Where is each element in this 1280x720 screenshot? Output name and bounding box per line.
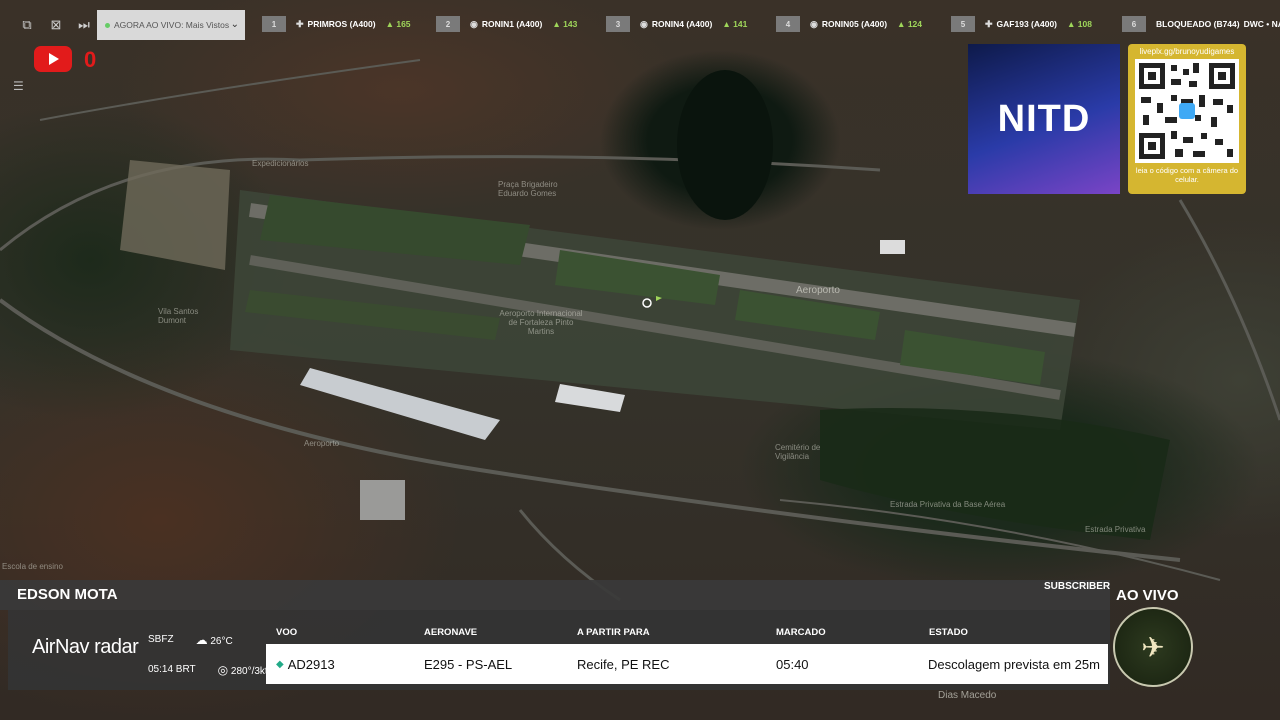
ranking-number: 2 [436, 16, 460, 32]
map-label: Praça Brigadeiro Eduardo Gomes [498, 180, 558, 198]
destination: Recife, PE REC [577, 656, 670, 672]
top-bar: ⧉ ⊠ ⏭ AGORA AO VIVO: Mais Vistos ⌄ 1 ✚ P… [0, 10, 1280, 40]
ranking-item[interactable]: 6 BLOQUEADO (B744) DWC • NA [1122, 16, 1280, 32]
qr-card: liveplx.gg/brunoyudigames leia o código … [1128, 44, 1246, 194]
sponsor-logo: NITD [968, 44, 1120, 194]
map-label: Vila Santos Dumont [158, 307, 199, 325]
ranking-callsign: BLOQUEADO (B744) [1156, 19, 1240, 29]
flight-status: Descolagem prevista em 25m [928, 656, 1100, 672]
map-label: Aeroporto Internacional de Fortaleza Pin… [499, 309, 583, 336]
qr-code [1135, 59, 1239, 163]
ranking-callsign: PRIMROS (A400) [307, 19, 376, 29]
local-time: 05:14 BRT [148, 664, 196, 675]
ranking-item[interactable]: 5 ✚ GAF193 (A400) ▲ 108 [951, 16, 1092, 32]
ranking-item[interactable]: 1 ✚ PRIMROS (A400) ▲ 165 [262, 16, 411, 32]
map-label: Aeroporto [304, 439, 340, 448]
scheduled-time: 05:40 [776, 656, 809, 672]
column-header: ESTADO [929, 626, 968, 638]
ranking-callsign: GAF193 (A400) [996, 19, 1058, 29]
airport-code: SBFZ [148, 634, 174, 645]
ranking-item[interactable]: 3 ◉ RONIN4 (A400) ▲ 141 [606, 16, 747, 32]
pin-icon: ◆ [276, 658, 284, 670]
map-stage: Expedicionários Praça Brigadeiro Eduardo… [0, 0, 1280, 720]
ranking-callsign: RONIN05 (A400) [821, 19, 888, 29]
ranking-overflow: DWC • NA [1243, 19, 1280, 29]
qr-code-pattern [1139, 63, 1235, 159]
ranking-item[interactable]: 2 ◉ RONIN1 (A400) ▲ 143 [436, 16, 577, 32]
live-label: AO VIVO [1116, 587, 1179, 604]
presenter-name: EDSON MOTA [17, 586, 118, 603]
map-label: Expedicionários [252, 159, 309, 168]
flight-info-panel: AirNav radar SBFZ ☁ 26°C 05:14 BRT ◎ 280… [8, 610, 1110, 690]
flight-number: ◆ AD2913 [276, 656, 335, 672]
live-now-dropdown[interactable]: AGORA AO VIVO: Mais Vistos ⌄ [97, 10, 245, 40]
chevron-down-icon: ⌄ [230, 19, 239, 30]
brand-text: AirNav radar [32, 636, 139, 658]
ranking-item[interactable]: 4 ◉ RONIN05 (A400) ▲ 124 [776, 16, 922, 32]
operator-icon: ◉ [810, 18, 818, 29]
viewers-count: ▲ 141 [722, 19, 748, 29]
ranking-callsign: RONIN4 (A400) [651, 19, 713, 29]
cloud-icon: ☁ [195, 633, 208, 647]
map-label: Estrada Privativa [1085, 525, 1146, 534]
map-label: Cemitério de Vigilância [775, 443, 821, 461]
ranking-number: 5 [951, 16, 975, 32]
viewers-count: ▲ 165 [385, 19, 411, 29]
qr-caption: leia o código com a câmera do celular. [1135, 166, 1239, 184]
brand-logo: AirNav radar [32, 636, 139, 659]
column-header: MARCADO [776, 626, 826, 638]
list-icon[interactable]: ☰ [13, 79, 24, 93]
sponsor-logo-text: NITD [997, 97, 1091, 140]
skip-forward-icon[interactable]: ⏭ [70, 11, 98, 39]
aircraft-icon: ✚ [985, 18, 993, 29]
presenter-strip: EDSON MOTA SUBSCRIBER [0, 580, 1110, 610]
map-label: Dias Macedo [938, 690, 997, 701]
ranking-number: 3 [606, 16, 630, 32]
viewers-count: ▲ 108 [1067, 19, 1092, 29]
map-label: Aeroporto [796, 285, 840, 296]
column-header: A PARTIR PARA [577, 626, 650, 638]
ranking-callsign: RONIN1 (A400) [481, 19, 543, 29]
aircraft-type: E295 - PS-AEL [424, 656, 513, 672]
live-dot-icon [105, 22, 110, 28]
viewers-count: ▲ 143 [552, 19, 578, 29]
column-header: VOO [276, 626, 298, 638]
channel-badge: ✈ [1113, 607, 1193, 687]
layout-icon[interactable]: ⧉ [13, 11, 41, 39]
ranking-number: 6 [1122, 16, 1146, 32]
temperature: 26°C [210, 636, 233, 647]
aircraft-icon: ✚ [296, 18, 304, 29]
youtube-icon[interactable] [34, 46, 72, 72]
map-label: Estrada Privativa da Base Aérea [890, 500, 1006, 509]
qr-url: liveplx.gg/brunoyudigames [1139, 47, 1235, 56]
subscriber-label: SUBSCRIBER [1044, 581, 1111, 592]
viewers-count: ▲ 124 [897, 19, 923, 29]
wind-icon: ◎ [217, 663, 229, 677]
ranking-number: 4 [776, 16, 800, 32]
airplane-icon: ✈ [1141, 631, 1165, 663]
operator-icon: ◉ [640, 18, 648, 29]
weather-block: SBFZ ☁ 26°C 05:14 BRT ◎ 280°/3kts [148, 626, 273, 686]
operator-icon: ◉ [470, 18, 478, 29]
flight-table-header: VOO AERONAVE A PARTIR PARA MARCADO ESTAD… [276, 620, 1110, 644]
map-label: Escola de ensino [2, 562, 63, 571]
youtube-count: 0 [84, 47, 97, 72]
close-window-icon[interactable]: ⊠ [42, 11, 70, 39]
flight-row[interactable]: ◆ AD2913 E295 - PS-AEL Recife, PE REC 05:… [266, 644, 1108, 684]
live-now-label: AGORA AO VIVO: Mais Vistos [114, 20, 230, 30]
column-header: AERONAVE [424, 626, 478, 638]
ranking-number: 1 [262, 16, 286, 32]
